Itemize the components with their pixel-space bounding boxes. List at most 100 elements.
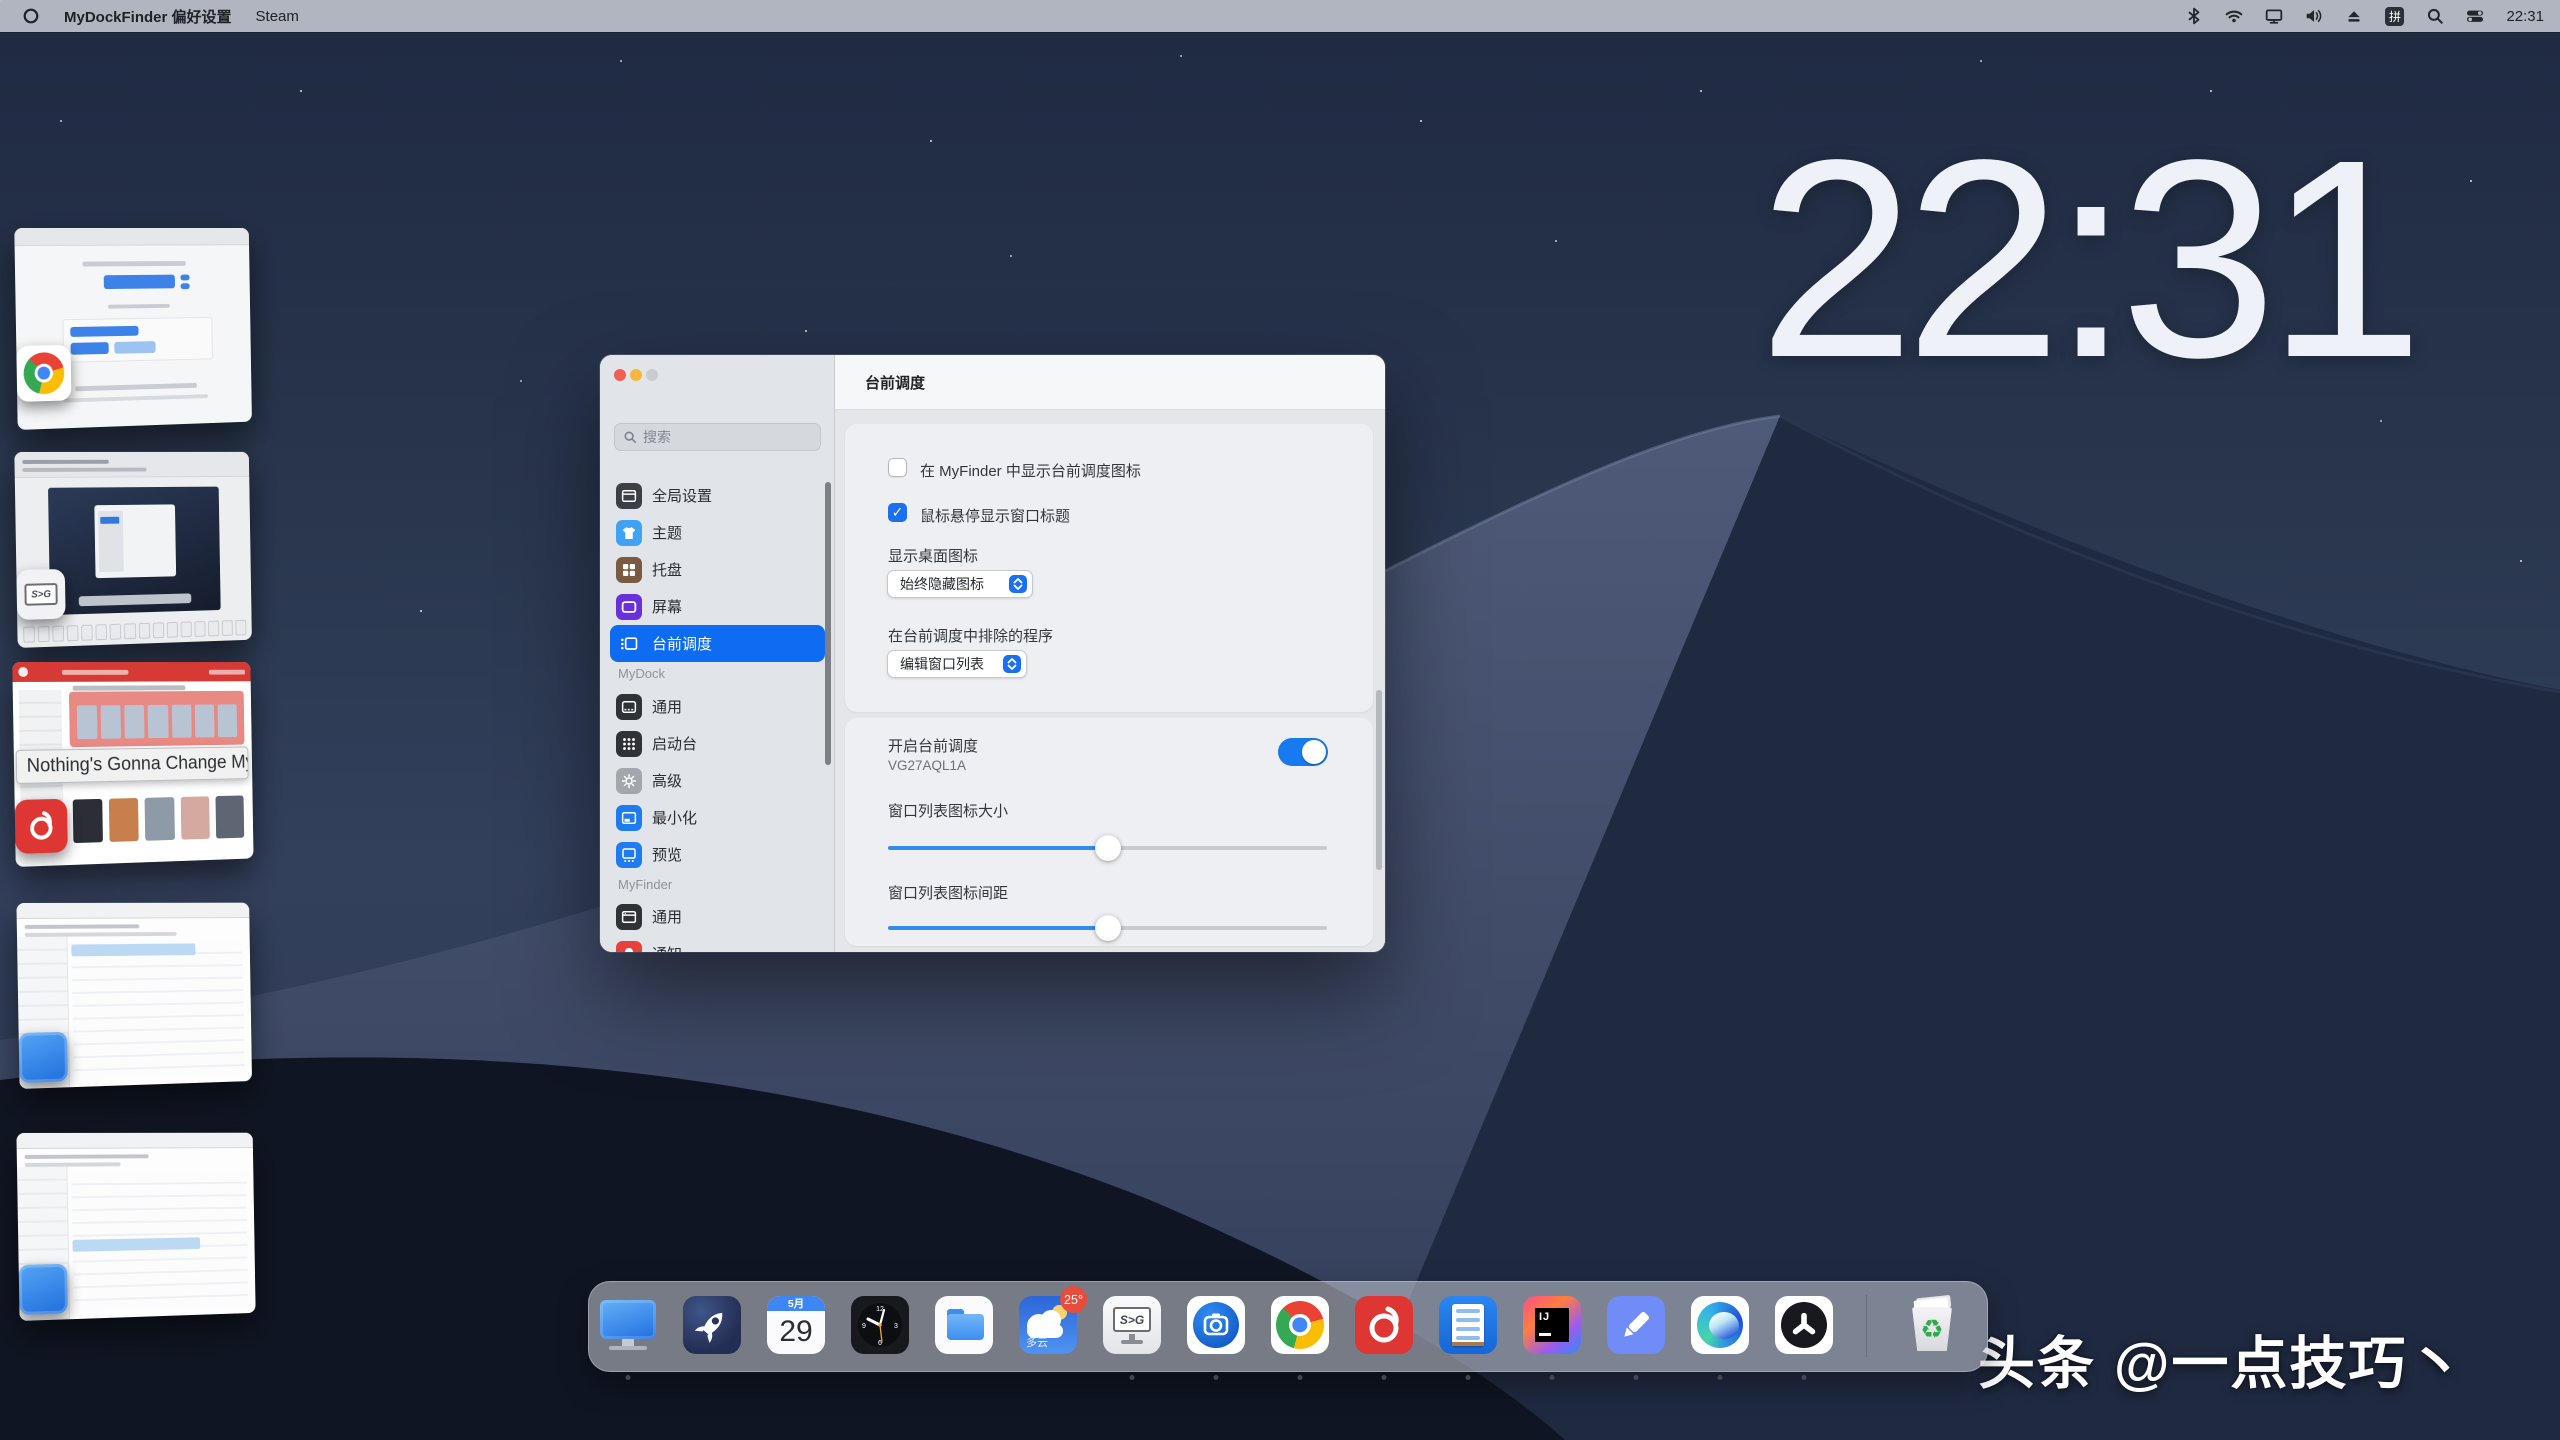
sidebar-item-launchpad[interactable]: 启动台 bbox=[610, 725, 825, 762]
toggle-label: 开启台前调度 bbox=[888, 735, 978, 756]
dock-item-y-app[interactable] bbox=[1772, 1293, 1836, 1357]
sidebar-item-global-settings[interactable]: 全局设置 bbox=[610, 477, 825, 514]
slider-label: 窗口列表图标大小 bbox=[888, 800, 1008, 821]
window-icon-strip bbox=[23, 620, 246, 643]
running-indicator bbox=[1382, 1375, 1387, 1380]
sidebar-item-minimize[interactable]: 最小化 bbox=[610, 799, 825, 836]
sidebar-search[interactable] bbox=[614, 423, 821, 451]
svg-text:9: 9 bbox=[862, 1323, 866, 1330]
weather-badge: 25° bbox=[1060, 1286, 1087, 1313]
sidebar-item-tray[interactable]: 托盘 bbox=[610, 551, 825, 588]
input-method-icon[interactable]: 拼 bbox=[2385, 7, 2404, 26]
content-scrollbar[interactable] bbox=[1376, 690, 1382, 870]
clock-icon: 12369 bbox=[851, 1296, 909, 1354]
desktop-icons-dropdown[interactable]: 始终隐藏图标 bbox=[887, 570, 1033, 598]
dock-item-folder[interactable] bbox=[932, 1293, 996, 1357]
window-thumbnail-file-explorer-1[interactable] bbox=[16, 903, 252, 1089]
slider-thumb[interactable] bbox=[1095, 915, 1121, 941]
close-button[interactable] bbox=[614, 369, 626, 381]
dropdown-label: 显示桌面图标 bbox=[888, 545, 978, 566]
gear-icon bbox=[616, 768, 642, 794]
sidebar-item-mydock-general[interactable]: 通用 bbox=[610, 688, 825, 725]
dock: 5月 29 12369 bbox=[588, 1281, 1988, 1372]
desktop-clock: 22:31 bbox=[1756, 118, 2416, 400]
menubar-clock[interactable]: 22:31 bbox=[2506, 8, 2544, 25]
hover-title-checkbox[interactable]: ✓ bbox=[888, 503, 907, 522]
sidebar-item-myfinder-general[interactable]: 通用 bbox=[610, 898, 825, 935]
slider-thumb[interactable] bbox=[1095, 835, 1121, 861]
dock-item-weather[interactable]: 多云 25° bbox=[1016, 1293, 1080, 1357]
search-input[interactable] bbox=[643, 429, 793, 445]
running-indicator bbox=[1130, 1375, 1135, 1380]
screen-capture-icon bbox=[1187, 1296, 1245, 1354]
computer-badge-icon bbox=[19, 1032, 68, 1083]
dock-item-chrome[interactable] bbox=[1268, 1293, 1332, 1357]
notepad-icon bbox=[1439, 1296, 1497, 1354]
window-thumbnail-chrome[interactable] bbox=[14, 228, 252, 430]
dock-item-my-computer[interactable] bbox=[596, 1293, 660, 1357]
global-settings-icon bbox=[616, 483, 642, 509]
running-indicator bbox=[626, 1375, 631, 1380]
window-thumbnail-screen-tool[interactable]: S>G bbox=[14, 452, 252, 648]
settings-content: 在 MyFinder 中显示台前调度图标 ✓ 鼠标悬停显示窗口标题 显示桌面图标… bbox=[835, 410, 1385, 952]
dock-item-sg-screen-tool[interactable]: S>G bbox=[1100, 1293, 1164, 1357]
tray-icon bbox=[616, 557, 642, 583]
folder-icon bbox=[935, 1296, 993, 1354]
recycle-bin-icon: ♻ bbox=[1900, 1293, 1964, 1357]
y-app-icon bbox=[1775, 1296, 1833, 1354]
display-icon[interactable] bbox=[2265, 7, 2283, 25]
dock-item-editor[interactable] bbox=[1604, 1293, 1668, 1357]
sidebar-item-advanced[interactable]: 高级 bbox=[610, 762, 825, 799]
dock-item-recycle-bin[interactable]: ♻ bbox=[1900, 1293, 1964, 1357]
netease-badge-icon bbox=[15, 799, 68, 854]
section-label-myfinder: MyFinder bbox=[618, 877, 672, 892]
volume-icon[interactable] bbox=[2305, 7, 2323, 25]
running-indicator bbox=[1466, 1375, 1471, 1380]
window-thumbnail-file-explorer-2[interactable] bbox=[16, 1133, 255, 1321]
stage-manager-toggle[interactable] bbox=[1278, 738, 1328, 766]
sidebar-item-screen[interactable]: 屏幕 bbox=[610, 588, 825, 625]
sidebar-item-theme[interactable]: 主题 bbox=[610, 514, 825, 551]
bluetooth-icon[interactable] bbox=[2185, 7, 2203, 25]
running-indicator bbox=[1802, 1375, 1807, 1380]
system-logo-icon[interactable] bbox=[22, 7, 40, 25]
launchpad-grid-icon bbox=[616, 731, 642, 757]
dock-item-edge[interactable] bbox=[1688, 1293, 1752, 1357]
dock-item-intellij-idea[interactable]: IJ bbox=[1520, 1293, 1584, 1357]
dock-item-clock[interactable]: 12369 bbox=[848, 1293, 912, 1357]
desktop: MyDockFinder 偏好设置 Steam bbox=[0, 0, 2560, 1440]
sg-screen-tool-icon: S>G bbox=[1103, 1296, 1161, 1354]
calendar-day: 29 bbox=[767, 1311, 825, 1353]
menubar-app-name[interactable]: MyDockFinder 偏好设置 bbox=[64, 6, 232, 27]
stepper-icon bbox=[1003, 655, 1021, 673]
sidebar-scrollbar[interactable] bbox=[825, 482, 831, 765]
excluded-apps-dropdown[interactable]: 编辑窗口列表 bbox=[887, 650, 1027, 678]
intellij-idea-icon: IJ bbox=[1523, 1296, 1581, 1354]
dock-item-launchpad[interactable] bbox=[680, 1293, 744, 1357]
dock-general-icon bbox=[616, 694, 642, 720]
control-center-icon[interactable] bbox=[2466, 7, 2484, 25]
search-icon[interactable] bbox=[2426, 7, 2444, 25]
sidebar-item-preview[interactable]: 预览 bbox=[610, 836, 825, 873]
eject-icon[interactable] bbox=[2345, 7, 2363, 25]
show-stage-icon-checkbox[interactable] bbox=[888, 458, 907, 477]
dock-item-notepad[interactable] bbox=[1436, 1293, 1500, 1357]
dock-item-netease-music[interactable] bbox=[1352, 1293, 1416, 1357]
zoom-button[interactable] bbox=[646, 369, 658, 381]
search-icon bbox=[623, 430, 637, 444]
netease-music-icon bbox=[1355, 1296, 1413, 1354]
sidebar-item-notifications[interactable]: 通知 bbox=[610, 935, 825, 952]
minimize-button[interactable] bbox=[630, 369, 642, 381]
dock-item-calendar[interactable]: 5月 29 bbox=[764, 1293, 828, 1357]
icon-size-slider[interactable] bbox=[888, 835, 1327, 861]
dock-item-screen-capture[interactable] bbox=[1184, 1293, 1248, 1357]
wifi-icon[interactable] bbox=[2225, 7, 2243, 25]
icon-spacing-slider[interactable] bbox=[888, 915, 1327, 941]
notification-icon bbox=[616, 941, 642, 953]
sidebar-item-stage-manager[interactable]: 台前调度 bbox=[610, 625, 825, 662]
menubar-item-steam[interactable]: Steam bbox=[256, 8, 299, 25]
my-computer-icon bbox=[596, 1293, 660, 1357]
calendar-month: 5月 bbox=[767, 1296, 825, 1311]
chrome-badge-icon bbox=[16, 345, 71, 402]
window-thumbnail-netease-music[interactable]: Nothing's Gonna Change My L... bbox=[12, 662, 253, 867]
